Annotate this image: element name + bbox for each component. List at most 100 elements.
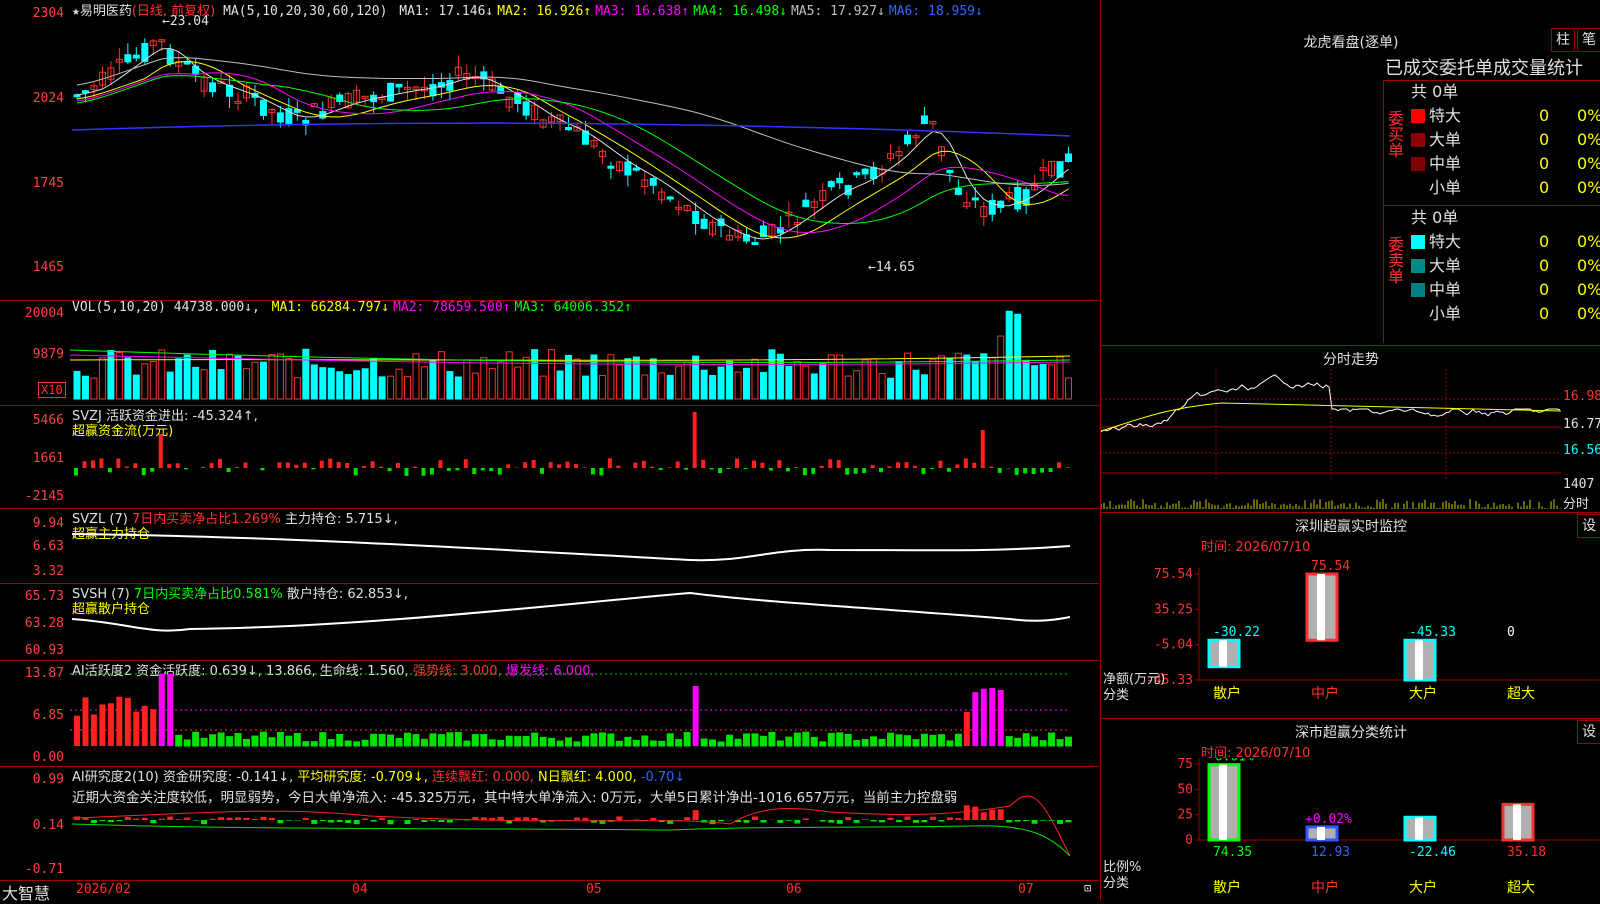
activity-bar — [608, 734, 614, 746]
flow-bar — [608, 458, 612, 468]
ai-activity-chart[interactable] — [70, 660, 1099, 766]
candle-body — [955, 188, 961, 194]
column-view-button[interactable]: 柱 — [1551, 28, 1575, 52]
category-label-1: 中户 — [1311, 879, 1339, 896]
intraday-chart[interactable] — [1101, 369, 1561, 512]
sz-class-chart[interactable]: 755025074.35散户-0.01%12.93中户+0.02%-22.46大… — [1101, 758, 1600, 900]
volume-bar — [930, 360, 936, 399]
research-bar — [828, 820, 834, 823]
flow-bar — [794, 467, 798, 468]
candle-body — [837, 178, 843, 182]
volume-bar — [481, 358, 487, 399]
bar-value-label-1: 12.93 — [1311, 845, 1350, 860]
flow-bar — [320, 461, 324, 468]
volume-bar — [430, 360, 436, 399]
volume-bar — [201, 370, 207, 399]
avg-research-line — [72, 824, 1070, 856]
flow-bar — [777, 460, 781, 468]
activity-bar — [320, 733, 326, 746]
research-bar — [616, 816, 622, 820]
volume-bar — [794, 362, 800, 399]
ai-research-chart[interactable] — [70, 766, 1099, 880]
sz-monitor-chart[interactable]: 75.5435.25-5.04-45.33-30.22散户75.54中户-45.… — [1101, 552, 1600, 702]
svzl-tick-2: 3.32 — [0, 564, 64, 579]
buy-pct-1: 0% — [1577, 128, 1600, 152]
research-bar — [972, 807, 978, 820]
volume-bar — [574, 359, 580, 399]
volume-bar — [888, 378, 894, 399]
volume-bar — [438, 352, 444, 399]
activity-bar — [693, 686, 699, 746]
activity-bar — [396, 738, 402, 746]
category-label-3: 超大 — [1507, 686, 1535, 702]
research-bar — [252, 819, 258, 820]
volume-bar — [354, 371, 360, 399]
flow-bar — [921, 468, 925, 474]
activity-bar — [1032, 737, 1038, 746]
activity-bar — [820, 742, 826, 746]
research-bar — [515, 817, 521, 820]
research-bar — [794, 820, 800, 824]
sz-class-settings-button[interactable]: 设 — [1577, 720, 1600, 744]
volume-bar — [82, 376, 88, 399]
activity-bar — [862, 740, 868, 746]
volume-pane[interactable]: 20004 9879 X10 VOL(5,10,20) 44738.000↓, … — [0, 300, 1099, 406]
flow-bar — [235, 467, 239, 468]
flow-bar — [735, 459, 739, 468]
bar-value-label-1: 75.54 — [1311, 559, 1350, 574]
volume-bar — [311, 365, 317, 399]
intraday-panel[interactable]: 分时走势 16.98 16.77 16.56 1407 分时 — [1101, 345, 1600, 513]
volume-bar — [320, 368, 326, 399]
flow-bar — [574, 464, 578, 468]
flow-bar — [786, 468, 790, 471]
flow-bar — [1032, 468, 1036, 474]
svsh-pane[interactable]: 65.73 63.28 60.93 SVSH (7) 7日内买卖净占比0.581… — [0, 583, 1099, 661]
activity-bar — [633, 740, 639, 746]
flow-bar — [837, 460, 841, 468]
ai-research-pane[interactable]: 0.99 0.14 -0.71 AI研究度2(10) 资金研究度: -0.141… — [0, 766, 1099, 881]
activity-bar — [532, 733, 538, 746]
volume-chart[interactable] — [70, 300, 1099, 405]
sell-count-0: 0 — [1539, 230, 1549, 254]
stroke-view-button[interactable]: 笔 — [1577, 28, 1600, 52]
volume-bar — [633, 357, 639, 399]
volume-bar — [498, 362, 504, 399]
svzl-pane[interactable]: 9.94 6.63 3.32 SVZL (7) 7日内买卖净占比1.269% 主… — [0, 508, 1099, 584]
svzl-tick-1: 6.63 — [0, 539, 64, 554]
volume-bar — [193, 367, 199, 399]
volume-bar — [235, 356, 241, 399]
activity-bar — [294, 734, 300, 746]
research-bar — [845, 817, 851, 820]
flow-bar — [472, 468, 476, 474]
buy-row-2: 中单 — [1411, 152, 1461, 176]
svzj-pane[interactable]: 5466 1661 -2145 SVZJ 活跃资金进出: -45.324↑, 超… — [0, 405, 1099, 509]
sz-monitor-settings-button[interactable]: 设 — [1577, 514, 1600, 538]
lock-icon[interactable]: ⊡ — [1084, 881, 1091, 895]
flow-bar — [388, 468, 392, 471]
volume-bar — [345, 375, 351, 399]
volume-bar — [371, 358, 377, 399]
candlestick-chart[interactable] — [70, 0, 1099, 300]
main-holding-line — [72, 534, 1070, 560]
price-pane[interactable]: 2304 2024 1745 1465 ★易明医药(日线, 前复权) MA(5,… — [0, 0, 1099, 301]
money-flow-chart[interactable] — [70, 405, 1099, 508]
flow-bar — [506, 464, 510, 468]
flow-bar — [430, 468, 434, 475]
volume-bar — [659, 373, 665, 399]
volume-bar — [828, 355, 834, 399]
intraday-price-line — [1101, 375, 1560, 432]
research-bar — [421, 820, 427, 822]
volume-bar — [701, 370, 707, 399]
ai-activity-pane[interactable]: 13.87 6.85 0.00 AI活跃度2 资金活跃度: 0.639↓, 13… — [0, 660, 1099, 767]
sell-label-0: 特大 — [1429, 232, 1461, 251]
research-bar — [777, 820, 783, 823]
flow-bar — [879, 468, 883, 472]
retail-holding-chart[interactable] — [70, 583, 1099, 660]
volume-bar — [879, 373, 885, 399]
activity-bar — [735, 739, 741, 746]
research-bar — [760, 820, 766, 823]
activity-bar — [616, 741, 622, 746]
research-bar — [633, 819, 639, 820]
volume-bar — [727, 361, 733, 399]
main-holding-chart[interactable] — [70, 508, 1099, 583]
